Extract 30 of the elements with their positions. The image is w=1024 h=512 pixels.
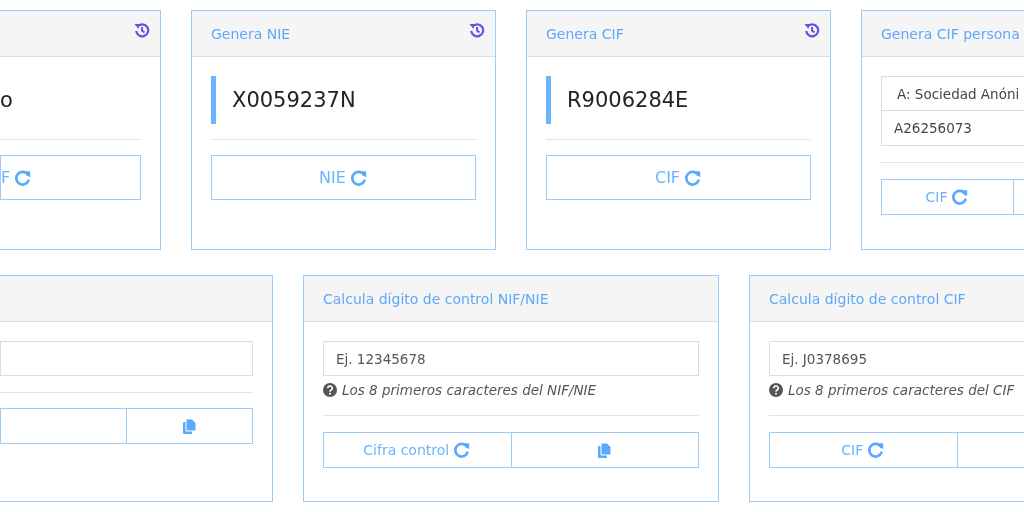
refresh-icon bbox=[349, 168, 368, 187]
refresh-icon bbox=[867, 441, 886, 459]
accent-bar bbox=[211, 76, 216, 124]
accent-bar bbox=[546, 76, 551, 124]
input-field[interactable] bbox=[0, 341, 253, 376]
history-icon bbox=[134, 22, 150, 38]
type-select[interactable]: A: Sociedad Anóni bbox=[881, 76, 1024, 111]
card-title: Genera CIF persona bbox=[881, 25, 1021, 42]
input-field[interactable]: Ej. J0378695 bbox=[769, 341, 1024, 376]
card-title: Genera NIE bbox=[211, 25, 292, 42]
generated-value: o bbox=[0, 88, 13, 112]
help-icon bbox=[769, 383, 783, 397]
help-icon bbox=[323, 383, 337, 397]
refresh-icon bbox=[14, 168, 33, 187]
refresh-icon bbox=[684, 168, 703, 187]
card-title: Genera CIF bbox=[546, 25, 625, 42]
refresh-icon bbox=[951, 188, 970, 206]
generated-value: R9006284E bbox=[567, 88, 689, 112]
card-title: Calcula dígito de control CIF bbox=[769, 290, 967, 307]
copy-icon bbox=[598, 442, 612, 458]
hint-text: Los 8 primeros caracteres del NIF/NIE bbox=[342, 382, 597, 398]
copy-icon bbox=[183, 418, 196, 434]
hint-text: Los 8 primeros caracteres del CIF bbox=[788, 382, 1015, 398]
refresh-icon bbox=[453, 441, 472, 459]
generated-field[interactable]: A26256073 bbox=[881, 111, 1024, 146]
history-icon bbox=[804, 22, 820, 38]
generated-value: X0059237N bbox=[232, 88, 356, 112]
card-title: Calcula dígito de control NIF/NIE bbox=[323, 290, 550, 307]
history-icon bbox=[469, 22, 485, 38]
input-field[interactable]: Ej. 12345678 bbox=[323, 341, 699, 376]
